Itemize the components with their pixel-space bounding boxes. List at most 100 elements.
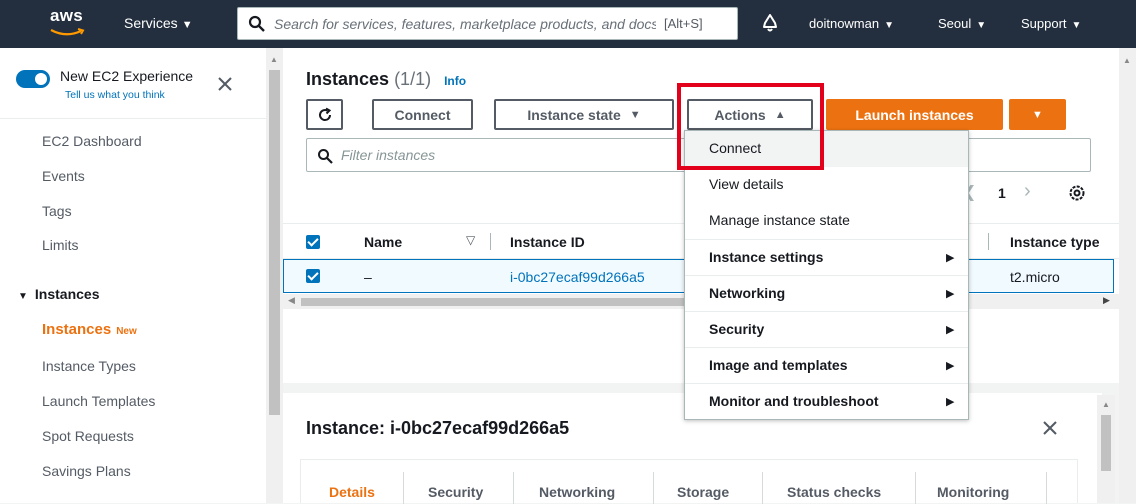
sidebar-scrollbar[interactable]: ▲ xyxy=(266,48,283,503)
filter-input[interactable] xyxy=(341,144,641,166)
scroll-up-icon[interactable]: ▲ xyxy=(1123,56,1131,65)
menu-item-manage-instance-state[interactable]: Manage instance state xyxy=(685,203,968,239)
launch-instances-label: Launch instances xyxy=(855,106,974,123)
sort-icon[interactable]: ▽ xyxy=(466,233,475,247)
new-experience-title: New EC2 Experience xyxy=(60,68,194,84)
detail-scrollbar-thumb[interactable] xyxy=(1101,415,1111,471)
submenu-arrow-icon: ▶ xyxy=(946,324,955,336)
aws-logo[interactable]: aws xyxy=(50,6,90,40)
region-menu[interactable]: Seoul ▼ xyxy=(938,16,986,31)
menu-item-label: Instance settings xyxy=(709,249,824,265)
tab-divider xyxy=(653,472,654,504)
support-menu[interactable]: Support ▼ xyxy=(1021,16,1081,31)
tab-networking[interactable]: Networking xyxy=(539,484,615,500)
tab-status-checks[interactable]: Status checks xyxy=(787,484,881,500)
sidebar-divider xyxy=(0,118,266,119)
connect-button-label: Connect xyxy=(394,106,451,123)
scroll-up-icon[interactable]: ▲ xyxy=(1102,400,1110,409)
caret-down-icon: ▼ xyxy=(18,291,28,302)
sidebar-item-events[interactable]: Events xyxy=(42,168,85,184)
new-experience-toggle[interactable] xyxy=(16,70,50,88)
global-search-input[interactable] xyxy=(274,12,656,36)
caret-down-icon: ▼ xyxy=(181,19,193,31)
sidebar-item-instances[interactable]: Instances New xyxy=(42,321,137,338)
select-all-checkbox[interactable] xyxy=(306,235,320,249)
instances-title: Instances xyxy=(306,69,390,89)
menu-item-view-details[interactable]: View details xyxy=(685,167,968,203)
top-navigation-bar: aws Services▼ [Alt+S] doitnowman▼ Seoul▼… xyxy=(0,0,1136,48)
column-divider[interactable] xyxy=(988,233,989,250)
detail-tabs: Details Security Networking Storage Stat… xyxy=(300,459,1078,504)
services-label: Services xyxy=(124,15,178,31)
instance-state-label: Instance state xyxy=(527,106,621,123)
aws-smile-icon xyxy=(50,28,85,36)
global-search-box[interactable]: [Alt+S] xyxy=(237,7,738,40)
instance-id-link[interactable]: i-0bc27ecaf99d266a5 xyxy=(510,269,645,285)
tab-security[interactable]: Security xyxy=(428,484,483,500)
column-divider[interactable] xyxy=(490,233,491,250)
column-header-name[interactable]: Name xyxy=(364,234,402,250)
search-icon xyxy=(318,149,333,164)
sidebar-item-instance-types[interactable]: Instance Types xyxy=(42,358,136,374)
gear-icon[interactable] xyxy=(1067,183,1087,203)
detail-title: Instance: i-0bc27ecaf99d266a5 xyxy=(306,418,570,438)
menu-item-networking[interactable]: Networking ▶ xyxy=(685,275,968,311)
connect-button[interactable]: Connect xyxy=(372,99,473,130)
scroll-up-icon[interactable]: ▲ xyxy=(270,55,278,64)
launch-instances-button[interactable]: Launch instances xyxy=(826,99,1003,130)
column-header-instance-id[interactable]: Instance ID xyxy=(510,234,585,250)
page-title: Instances (1/1) Info xyxy=(306,69,466,90)
sidebar-item-spot-requests[interactable]: Spot Requests xyxy=(42,428,134,444)
bell-icon[interactable] xyxy=(761,13,779,33)
caret-down-icon: ▼ xyxy=(629,108,641,121)
tab-details[interactable]: Details xyxy=(329,484,375,500)
sidebar-item-launch-templates[interactable]: Launch Templates xyxy=(42,393,155,409)
info-link[interactable]: Info xyxy=(444,74,466,88)
refresh-icon xyxy=(318,107,331,121)
tab-divider xyxy=(762,472,763,504)
tab-divider xyxy=(403,472,404,504)
menu-item-label: Monitor and troubleshoot xyxy=(709,393,879,409)
sidebar-item-savings-plans[interactable]: Savings Plans xyxy=(42,463,131,479)
feedback-link[interactable]: Tell us what you think xyxy=(65,89,165,101)
side-navigation: New EC2 Experience Tell us what you thin… xyxy=(0,48,266,503)
tab-storage[interactable]: Storage xyxy=(677,484,729,500)
instance-state-button[interactable]: Instance state ▼ xyxy=(494,99,674,130)
account-menu[interactable]: doitnowman ▼ xyxy=(809,16,894,31)
search-icon xyxy=(248,15,265,32)
close-icon[interactable] xyxy=(1043,421,1057,435)
close-icon[interactable] xyxy=(218,77,232,91)
column-header-instance-type[interactable]: Instance type xyxy=(1010,234,1099,250)
sidebar-section-instances[interactable]: ▼ Instances xyxy=(18,286,100,302)
tab-monitoring[interactable]: Monitoring xyxy=(937,484,1009,500)
current-page[interactable]: 1 xyxy=(998,185,1006,201)
actions-dropdown-menu: Connect View details Manage instance sta… xyxy=(684,130,969,420)
menu-item-security[interactable]: Security ▶ xyxy=(685,311,968,347)
menu-item-instance-settings[interactable]: Instance settings ▶ xyxy=(685,239,968,275)
row-checkbox[interactable] xyxy=(306,269,320,283)
selection-count: (1/1) xyxy=(394,69,432,89)
launch-options-button[interactable]: ▼ xyxy=(1009,99,1066,130)
submenu-arrow-icon: ▶ xyxy=(946,252,955,264)
page-scrollbar[interactable]: ▲ xyxy=(1119,48,1136,503)
menu-item-label: Image and templates xyxy=(709,357,848,373)
refresh-button[interactable] xyxy=(306,99,343,130)
detail-panel-scrollbar[interactable]: ▲ xyxy=(1097,395,1115,503)
sidebar-scrollbar-thumb[interactable] xyxy=(269,70,280,415)
region-name: Seoul xyxy=(938,16,972,31)
next-page-icon[interactable]: › xyxy=(1024,180,1031,203)
submenu-arrow-icon: ▶ xyxy=(946,396,955,408)
menu-item-monitor-and-troubleshoot[interactable]: Monitor and troubleshoot ▶ xyxy=(685,383,968,419)
services-menu[interactable]: Services ▼ xyxy=(124,15,193,31)
sidebar-item-limits[interactable]: Limits xyxy=(42,237,79,253)
sidebar-item-tags[interactable]: Tags xyxy=(42,203,72,219)
caret-down-icon: ▼ xyxy=(1071,20,1082,31)
highlight-annotation-box xyxy=(677,83,824,170)
scroll-left-icon[interactable]: ◀ xyxy=(288,295,295,306)
new-badge: New xyxy=(116,326,137,337)
sidebar-item-ec2-dashboard[interactable]: EC2 Dashboard xyxy=(42,133,142,149)
table-scrollbar-thumb[interactable] xyxy=(301,298,687,306)
scroll-right-icon[interactable]: ▶ xyxy=(1103,295,1110,306)
menu-item-image-and-templates[interactable]: Image and templates ▶ xyxy=(685,347,968,383)
caret-down-icon: ▼ xyxy=(884,20,895,31)
